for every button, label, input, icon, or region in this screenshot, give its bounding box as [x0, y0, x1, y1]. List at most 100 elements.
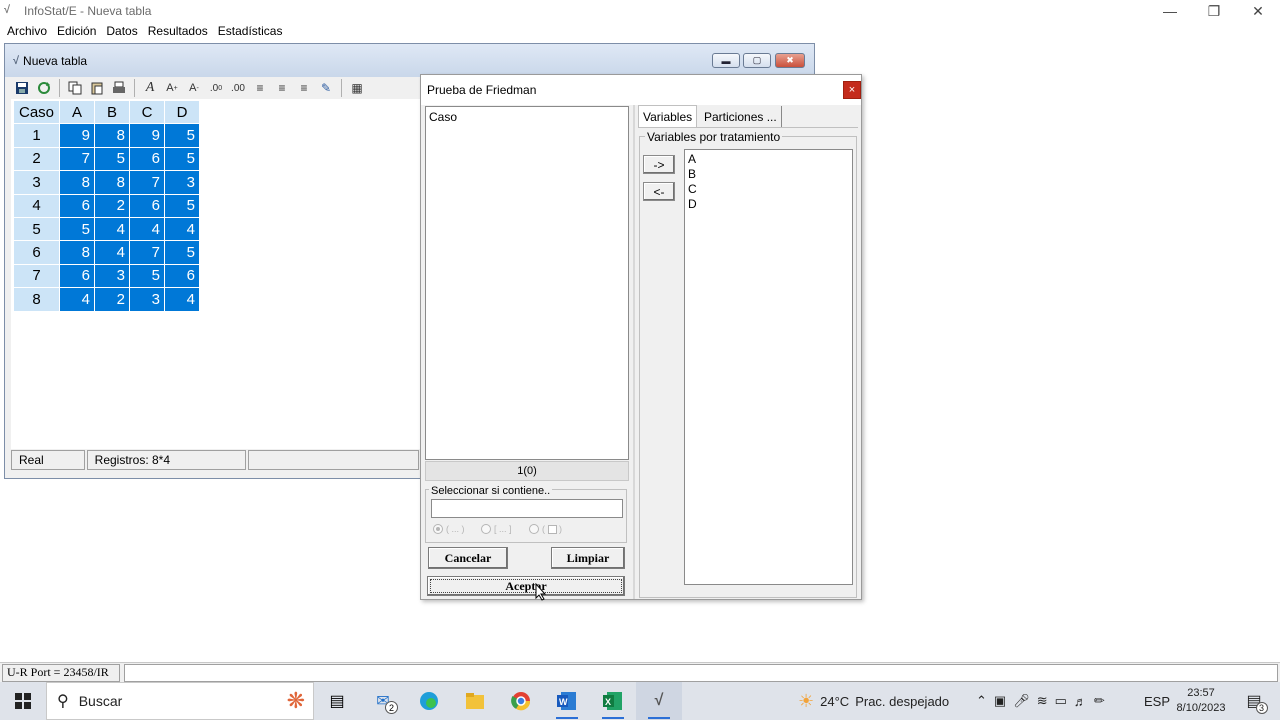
add-variable-button[interactable]: -> — [643, 155, 675, 174]
table-cell[interactable]: 5 — [164, 123, 200, 148]
list-item[interactable]: A — [685, 152, 852, 167]
task-view-icon[interactable]: ▤ — [314, 682, 360, 720]
edge-icon[interactable] — [406, 682, 452, 720]
decimals-more-icon[interactable]: .0 0 — [205, 78, 227, 98]
row-number[interactable]: 2 — [13, 146, 60, 172]
column-header-caso[interactable]: Caso — [13, 99, 60, 125]
table-cell[interactable]: 7 — [129, 240, 165, 265]
list-item[interactable]: Caso — [426, 110, 628, 125]
table-cell[interactable]: 8 — [59, 240, 95, 265]
camera-icon[interactable]: ▣ — [994, 693, 1006, 709]
child-minimize-button[interactable]: ▬ — [712, 53, 740, 68]
infostat-taskbar-icon[interactable]: √ — [636, 682, 682, 720]
font-shrink-icon[interactable]: A- — [183, 78, 205, 98]
chevron-up-icon[interactable]: ⌃ — [976, 693, 987, 709]
table-cell[interactable]: 5 — [94, 146, 130, 172]
table-cell[interactable]: 2 — [94, 287, 130, 312]
file-explorer-icon[interactable] — [452, 682, 498, 720]
volume-icon[interactable]: ♬ — [1074, 694, 1087, 709]
table-cell[interactable]: 4 — [59, 287, 95, 312]
table-cell[interactable]: 5 — [164, 146, 200, 172]
microphone-icon[interactable]: 🎤︎ — [1013, 693, 1030, 709]
word-icon[interactable]: W — [544, 682, 590, 720]
save-icon[interactable] — [11, 78, 33, 98]
row-number[interactable]: 4 — [13, 193, 60, 218]
clear-button[interactable]: Limpiar — [551, 547, 625, 569]
battery-icon[interactable]: ▭ — [1055, 693, 1067, 709]
column-header-a[interactable]: A — [59, 99, 95, 125]
notifications-icon[interactable]: ▤ 3 — [1240, 682, 1268, 720]
cancel-button[interactable]: Cancelar — [428, 547, 508, 569]
list-item[interactable]: B — [685, 167, 852, 182]
table-cell[interactable]: 6 — [164, 263, 200, 289]
copy-icon[interactable] — [64, 78, 86, 98]
network-icon[interactable]: ≋ — [1037, 693, 1048, 709]
source-variable-list[interactable]: Caso — [425, 106, 629, 460]
clock[interactable]: 23:57 8/10/2023 — [1172, 682, 1230, 720]
column-header-c[interactable]: C — [129, 99, 165, 125]
weather-widget[interactable]: ☀ 24°C Prac. despejado — [798, 682, 949, 720]
table-cell[interactable]: 9 — [59, 123, 95, 148]
table-cell[interactable]: 6 — [59, 193, 95, 218]
row-number[interactable]: 7 — [13, 263, 60, 289]
grid-icon[interactable]: ▦ — [346, 78, 368, 98]
table-cell[interactable]: 5 — [59, 216, 95, 242]
table-cell[interactable]: 8 — [94, 123, 130, 148]
row-number[interactable]: 5 — [13, 216, 60, 242]
restore-button[interactable]: ❐ — [1192, 0, 1236, 22]
align-left-icon[interactable]: ≡ — [249, 78, 271, 98]
edit-icon[interactable]: ✎ — [315, 78, 337, 98]
menu-edicion[interactable]: Edición — [52, 24, 101, 38]
filter-radio-1[interactable]: ( ... ) — [433, 524, 465, 534]
font-icon[interactable]: A — [139, 78, 161, 98]
table-cell[interactable]: 6 — [129, 193, 165, 218]
taskbar-search[interactable]: ⚲ Buscar ❋ — [46, 682, 314, 720]
tab-variables[interactable]: Variables — [638, 105, 698, 128]
table-cell[interactable]: 8 — [59, 170, 95, 195]
filter-radio-2[interactable]: [ ... ] — [481, 524, 512, 534]
table-cell[interactable]: 8 — [94, 170, 130, 195]
table-cell[interactable]: 6 — [59, 263, 95, 289]
table-cell[interactable]: 4 — [129, 216, 165, 242]
child-close-button[interactable]: ✖ — [775, 53, 805, 68]
dialog-close-button[interactable]: × — [843, 81, 861, 99]
table-cell[interactable]: 5 — [129, 263, 165, 289]
table-cell[interactable]: 7 — [59, 146, 95, 172]
align-right-icon[interactable]: ≡ — [293, 78, 315, 98]
table-cell[interactable]: 6 — [129, 146, 165, 172]
tab-particiones[interactable]: Particiones ... — [700, 106, 782, 128]
table-window-title-bar[interactable]: √ Nueva tabla ▬ ▢ ✖ — [5, 44, 814, 77]
list-item[interactable]: C — [685, 182, 852, 197]
child-maximize-button[interactable]: ▢ — [743, 53, 771, 68]
windows-start-icon[interactable] — [0, 682, 46, 720]
menu-resultados[interactable]: Resultados — [143, 24, 213, 38]
table-cell[interactable]: 4 — [94, 216, 130, 242]
filter-radio-3[interactable]: ( ) — [529, 524, 562, 535]
menu-datos[interactable]: Datos — [101, 24, 142, 38]
font-grow-icon[interactable]: A + — [161, 78, 183, 98]
align-center-icon[interactable]: ≡ — [271, 78, 293, 98]
table-cell[interactable]: 3 — [164, 170, 200, 195]
column-header-d[interactable]: D — [164, 99, 200, 125]
table-cell[interactable]: 3 — [129, 287, 165, 312]
decimals-less-icon[interactable]: .00 — [227, 78, 249, 98]
refresh-icon[interactable] — [33, 78, 55, 98]
table-cell[interactable]: 3 — [94, 263, 130, 289]
print-icon[interactable] — [108, 78, 130, 98]
table-cell[interactable]: 5 — [164, 193, 200, 218]
table-cell[interactable]: 2 — [94, 193, 130, 218]
row-number[interactable]: 6 — [13, 240, 60, 265]
accept-button[interactable]: Aceptar — [427, 576, 625, 596]
mail-icon[interactable]: ✉ 2 — [360, 682, 406, 720]
table-cell[interactable]: 4 — [164, 216, 200, 242]
row-number[interactable]: 3 — [13, 170, 60, 195]
target-variable-list[interactable]: A B C D — [684, 149, 853, 585]
excel-icon[interactable]: X — [590, 682, 636, 720]
language-indicator[interactable]: ESP — [1144, 682, 1170, 720]
menu-estadisticas[interactable]: Estadísticas — [213, 24, 288, 38]
close-button[interactable]: ✕ — [1236, 0, 1280, 22]
table-cell[interactable]: 7 — [129, 170, 165, 195]
column-header-b[interactable]: B — [94, 99, 130, 125]
list-item[interactable]: D — [685, 197, 852, 212]
table-cell[interactable]: 9 — [129, 123, 165, 148]
